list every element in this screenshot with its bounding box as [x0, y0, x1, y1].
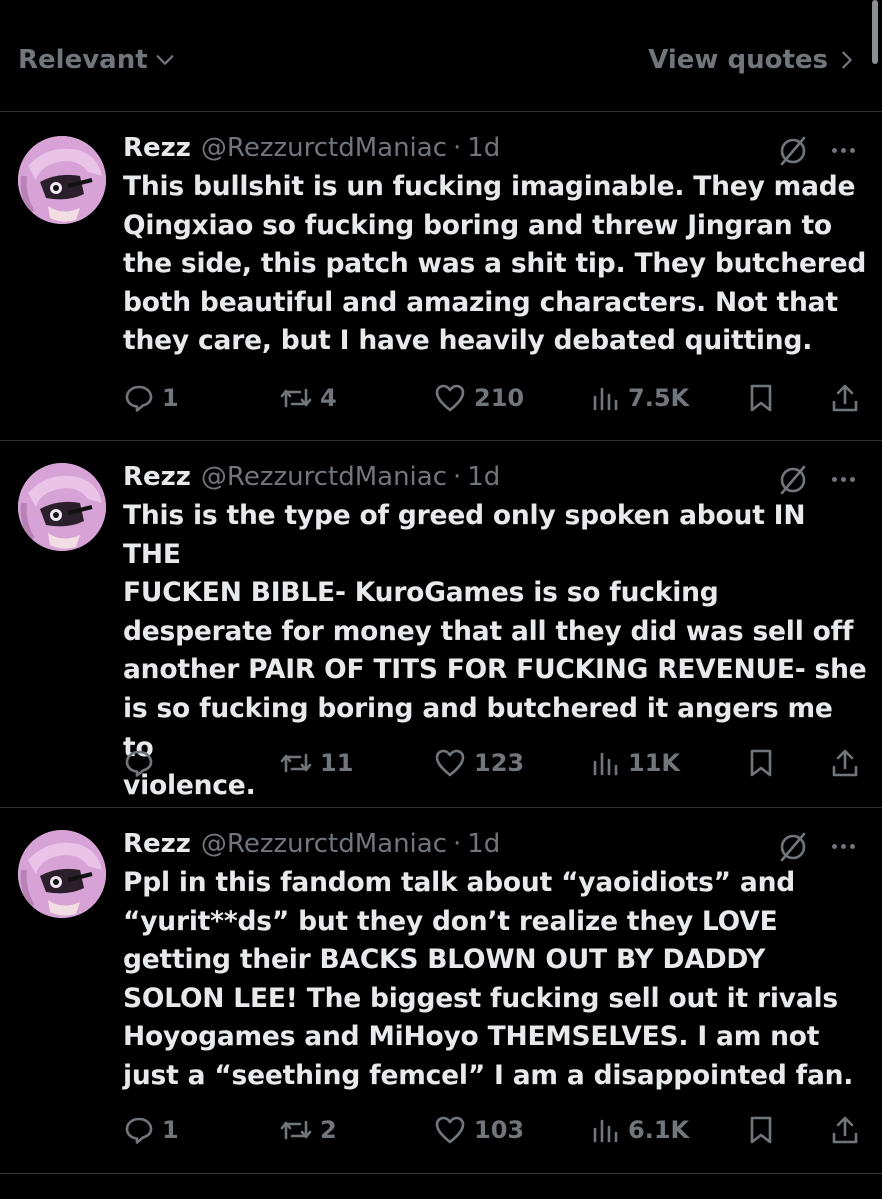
bookmark-icon	[750, 384, 772, 412]
timestamp[interactable]: 1d	[467, 829, 500, 859]
reply-count: 1	[162, 1116, 179, 1144]
tweet-header: Rezz @RezzurctdManiac · 1d	[123, 130, 500, 166]
share-button[interactable]	[830, 378, 860, 418]
more-options-icon[interactable]	[832, 474, 862, 484]
avatar[interactable]	[18, 830, 106, 918]
like-button[interactable]: 103	[434, 1110, 524, 1150]
views-button[interactable]: 7.5K	[592, 378, 689, 418]
retweet-icon	[280, 388, 312, 408]
bookmark-button[interactable]	[748, 743, 774, 783]
reply-button[interactable]	[124, 743, 162, 783]
bookmark-button[interactable]	[748, 1110, 774, 1150]
like-count: 210	[474, 384, 525, 412]
repost-count: 4	[320, 384, 337, 412]
user-handle[interactable]: @RezzurctdManiac	[201, 829, 447, 859]
user-handle[interactable]: @RezzurctdManiac	[201, 133, 447, 163]
chevron-down-icon	[156, 55, 174, 65]
views-button[interactable]: 11K	[592, 743, 680, 783]
retweet-icon	[280, 753, 312, 773]
repost-button[interactable]: 2	[280, 1110, 337, 1150]
share-icon	[832, 384, 858, 412]
relevant-filter-dropdown[interactable]: Relevant	[18, 45, 176, 75]
tweet[interactable]: Rezz @RezzurctdManiac · 1d Ppl in this f…	[0, 808, 882, 1174]
more-options-icon[interactable]	[832, 841, 862, 851]
timestamp[interactable]: 1d	[467, 462, 500, 492]
more-options-icon[interactable]	[832, 145, 862, 155]
like-count: 103	[474, 1116, 525, 1144]
reply-icon	[125, 1117, 153, 1144]
heart-icon	[435, 749, 465, 777]
display-name[interactable]: Rezz	[123, 462, 191, 492]
like-button[interactable]: 123	[434, 743, 524, 783]
view-quotes-label: View quotes	[648, 45, 828, 75]
bar-chart-icon	[593, 387, 618, 411]
share-button[interactable]	[830, 1110, 860, 1150]
reply-button[interactable]: 1	[124, 378, 179, 418]
tweet[interactable]: Rezz @RezzurctdManiac · 1d This is the t…	[0, 441, 882, 808]
display-name[interactable]: Rezz	[123, 829, 191, 859]
separator-dot: ·	[453, 462, 462, 492]
heart-icon	[435, 384, 465, 412]
tweet[interactable]: Rezz @RezzurctdManiac · 1d This bullshit…	[0, 112, 882, 441]
tweet-actions: 1 2 103 6.1K	[0, 1110, 882, 1150]
repost-button[interactable]: 11	[280, 743, 353, 783]
grok-slash-circle-icon[interactable]	[776, 830, 810, 864]
reply-icon	[125, 385, 153, 412]
avatar-image-icon	[18, 136, 106, 224]
retweet-icon	[280, 1120, 312, 1140]
bookmark-button[interactable]	[748, 378, 774, 418]
reply-icon	[125, 750, 153, 777]
bar-chart-icon	[593, 1119, 618, 1143]
avatar[interactable]	[18, 136, 106, 224]
view-count: 11K	[628, 749, 680, 777]
avatar[interactable]	[18, 463, 106, 551]
reply-button[interactable]: 1	[124, 1110, 179, 1150]
separator-dot: ·	[453, 133, 462, 163]
user-handle[interactable]: @RezzurctdManiac	[201, 462, 447, 492]
repost-count: 11	[320, 749, 354, 777]
tweet-actions: 1 4 210 7.5K	[0, 378, 882, 418]
heart-icon	[435, 1116, 465, 1144]
tweet-text: This bullshit is un fucking imaginable. …	[123, 171, 867, 357]
avatar-image-icon	[18, 463, 106, 551]
bookmark-icon	[750, 749, 772, 777]
relevant-filter-label: Relevant	[18, 45, 148, 75]
repost-count: 2	[320, 1116, 337, 1144]
repost-button[interactable]: 4	[280, 378, 337, 418]
like-count: 123	[474, 749, 525, 777]
chevron-right-icon	[842, 51, 852, 69]
bar-chart-icon	[593, 752, 618, 776]
avatar-image-icon	[18, 830, 106, 918]
timestamp[interactable]: 1d	[467, 133, 500, 163]
bookmark-icon	[750, 1116, 772, 1144]
share-icon	[832, 1116, 858, 1144]
grok-slash-circle-icon[interactable]	[776, 134, 810, 168]
reply-count: 1	[162, 384, 179, 412]
like-button[interactable]: 210	[434, 378, 524, 418]
grok-slash-circle-icon[interactable]	[776, 463, 810, 497]
share-icon	[832, 749, 858, 777]
view-quotes-link[interactable]: View quotes	[648, 45, 856, 75]
scrollbar-thumb[interactable]	[872, 0, 878, 64]
display-name[interactable]: Rezz	[123, 133, 191, 163]
view-count: 6.1K	[628, 1116, 690, 1144]
separator-dot: ·	[453, 829, 462, 859]
tweet-header: Rezz @RezzurctdManiac · 1d	[123, 826, 500, 862]
tweet-actions: 11 123 11K	[0, 743, 882, 783]
tweet-text: Ppl in this fandom talk about “yaoidiots…	[123, 867, 854, 1091]
share-button[interactable]	[830, 743, 860, 783]
tweet-header: Rezz @RezzurctdManiac · 1d	[123, 459, 500, 495]
view-count: 7.5K	[628, 384, 690, 412]
conversation-header: Relevant View quotes	[0, 0, 882, 112]
views-button[interactable]: 6.1K	[592, 1110, 689, 1150]
